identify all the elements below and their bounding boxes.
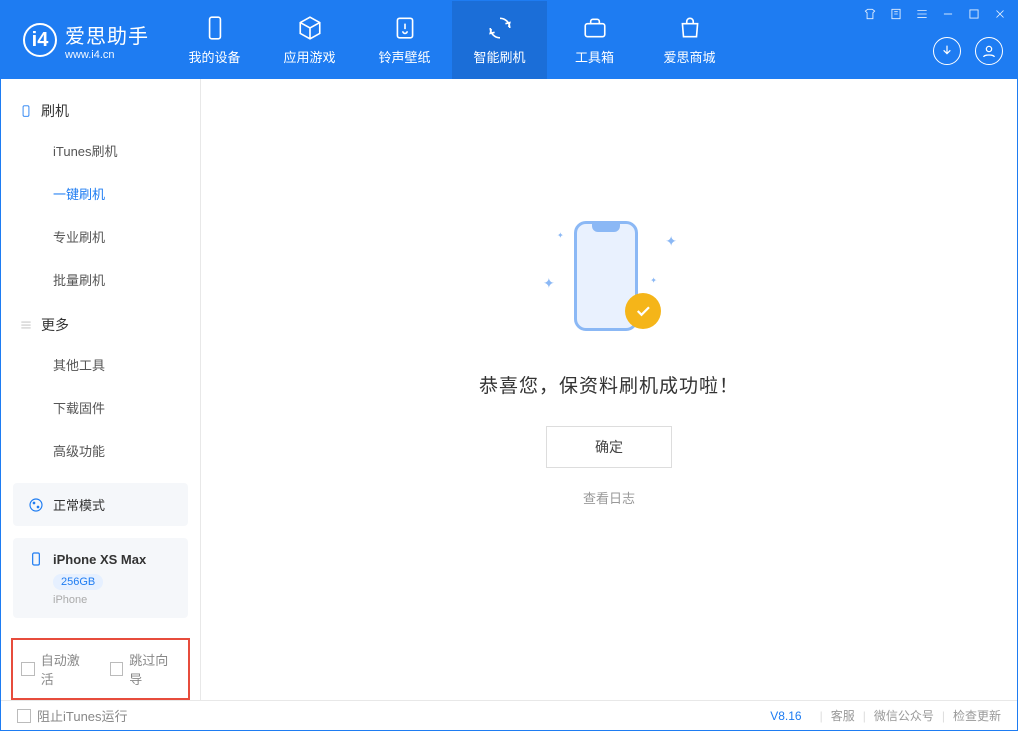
tab-apps-games[interactable]: 应用游戏 xyxy=(262,1,357,79)
tab-ringtone-wallpaper[interactable]: 铃声壁纸 xyxy=(357,1,452,79)
sparkle-icon: ✦ xyxy=(543,275,555,292)
checkbox-label: 自动激活 xyxy=(41,650,92,688)
separator: | xyxy=(942,709,945,723)
sparkle-icon: ✦ xyxy=(650,276,657,285)
window-controls xyxy=(863,7,1007,21)
user-button[interactable] xyxy=(975,37,1003,65)
sidebar: 刷机 iTunes刷机 一键刷机 专业刷机 批量刷机 更多 其他工具 下载固件 … xyxy=(1,79,201,700)
device-mode-label: 正常模式 xyxy=(53,495,105,514)
minimize-icon[interactable] xyxy=(941,7,955,21)
checkbox-icon xyxy=(17,709,31,723)
checkbox-auto-activate[interactable]: 自动激活 xyxy=(21,650,92,688)
sidebar-item-batch-flash[interactable]: 批量刷机 xyxy=(1,258,200,301)
maximize-icon[interactable] xyxy=(967,7,981,21)
device-mode-box[interactable]: 正常模式 xyxy=(13,483,188,526)
sidebar-item-advanced[interactable]: 高级功能 xyxy=(1,429,200,472)
tab-smart-flash[interactable]: 智能刷机 xyxy=(452,1,547,79)
checkbox-icon xyxy=(110,662,124,676)
sidebar-category-flash: 刷机 xyxy=(1,87,200,129)
note-icon[interactable] xyxy=(889,7,903,21)
tab-store[interactable]: 爱思商城 xyxy=(642,1,737,79)
footer: 阻止iTunes运行 V8.16 | 客服 | 微信公众号 | 检查更新 xyxy=(1,700,1017,730)
toolbox-icon xyxy=(582,15,608,41)
logo-icon: i4 xyxy=(23,23,57,57)
tab-label: 铃声壁纸 xyxy=(378,47,430,66)
separator: | xyxy=(863,709,866,723)
mode-icon xyxy=(27,496,45,514)
check-badge-icon xyxy=(625,293,661,329)
sparkle-icon: ✦ xyxy=(557,231,564,240)
music-icon xyxy=(392,15,418,41)
checkbox-skip-guide[interactable]: 跳过向导 xyxy=(110,650,181,688)
download-button[interactable] xyxy=(933,37,961,65)
main-tabs: 我的设备 应用游戏 铃声壁纸 智能刷机 工具箱 爱思商城 xyxy=(167,1,737,79)
device-storage-badge: 256GB xyxy=(53,574,103,590)
logo[interactable]: i4 爱思助手 www.i4.cn xyxy=(1,20,167,61)
tab-label: 工具箱 xyxy=(575,47,614,66)
success-message: 恭喜您，保资料刷机成功啦！ xyxy=(479,371,739,398)
main-content: ✦ ✦ ✦ ✦ 恭喜您，保资料刷机成功啦！ 确定 查看日志 xyxy=(201,79,1017,700)
tab-label: 爱思商城 xyxy=(663,47,715,66)
sync-icon xyxy=(487,15,513,41)
app-url: www.i4.cn xyxy=(65,49,149,61)
sidebar-category-more: 更多 xyxy=(1,301,200,343)
checkbox-icon xyxy=(21,662,35,676)
tab-label: 我的设备 xyxy=(188,47,240,66)
tab-label: 应用游戏 xyxy=(283,47,335,66)
store-icon xyxy=(677,15,703,41)
sparkle-icon: ✦ xyxy=(665,233,677,250)
header-action-icons xyxy=(933,37,1003,65)
device-icon xyxy=(202,15,228,41)
list-icon xyxy=(19,318,33,332)
sidebar-item-pro-flash[interactable]: 专业刷机 xyxy=(1,215,200,258)
sidebar-item-itunes-flash[interactable]: iTunes刷机 xyxy=(1,129,200,172)
device-info-box[interactable]: iPhone XS Max 256GB iPhone xyxy=(13,538,188,618)
category-label: 更多 xyxy=(41,315,69,335)
checkbox-block-itunes[interactable]: 阻止iTunes运行 xyxy=(17,706,128,725)
support-link[interactable]: 客服 xyxy=(831,707,855,724)
device-name-label: iPhone XS Max xyxy=(53,552,146,567)
shirt-icon[interactable] xyxy=(863,7,877,21)
check-update-link[interactable]: 检查更新 xyxy=(953,707,1001,724)
view-log-link[interactable]: 查看日志 xyxy=(583,488,635,507)
wechat-link[interactable]: 微信公众号 xyxy=(874,707,934,724)
app-title: 爱思助手 xyxy=(65,20,149,49)
sidebar-item-oneclick-flash[interactable]: 一键刷机 xyxy=(1,172,200,215)
header: i4 爱思助手 www.i4.cn 我的设备 应用游戏 铃声壁纸 智能刷机 工具… xyxy=(1,1,1017,79)
tab-toolbox[interactable]: 工具箱 xyxy=(547,1,642,79)
category-label: 刷机 xyxy=(41,101,69,121)
version-label: V8.16 xyxy=(770,709,801,723)
tab-my-device[interactable]: 我的设备 xyxy=(167,1,262,79)
tab-label: 智能刷机 xyxy=(473,47,525,66)
sidebar-item-download-firmware[interactable]: 下载固件 xyxy=(1,386,200,429)
device-phone-icon xyxy=(27,550,45,568)
separator: | xyxy=(820,709,823,723)
close-icon[interactable] xyxy=(993,7,1007,21)
cube-icon xyxy=(297,15,323,41)
options-highlight-box: 自动激活 跳过向导 xyxy=(11,638,190,700)
phone-icon xyxy=(19,104,33,118)
checkbox-label: 阻止iTunes运行 xyxy=(37,706,128,725)
checkbox-label: 跳过向导 xyxy=(129,650,180,688)
menu-icon[interactable] xyxy=(915,7,929,21)
device-type-label: iPhone xyxy=(53,594,174,606)
ok-button[interactable]: 确定 xyxy=(546,426,672,468)
sidebar-item-other-tools[interactable]: 其他工具 xyxy=(1,343,200,386)
success-illustration: ✦ ✦ ✦ ✦ xyxy=(539,213,679,343)
